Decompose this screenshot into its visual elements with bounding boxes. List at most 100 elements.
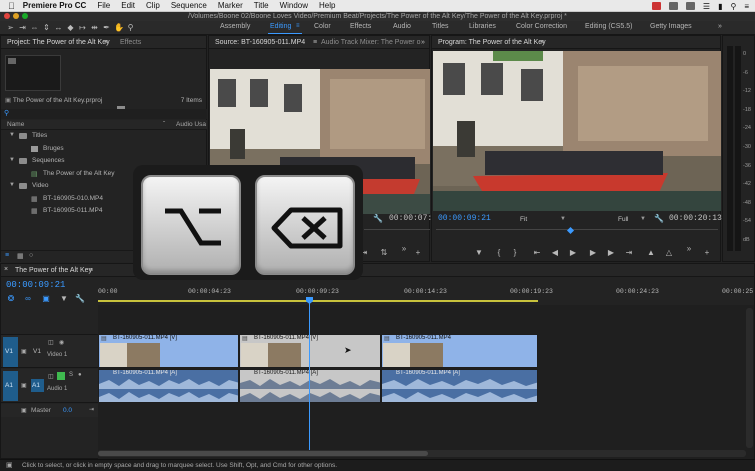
search-icon[interactable]: ⚲ [730,2,736,11]
fit-dropdown[interactable]: Fit [520,216,527,223]
lock-icon[interactable]: ▣ [21,382,27,389]
settings-icon[interactable]: 🔧 [373,214,383,224]
pen-tool-icon[interactable]: ✒ [102,23,111,32]
workspace-libraries[interactable]: Libraries [469,23,496,30]
settings-icon[interactable]: 🔧 [654,214,664,224]
timeline-settings-icon[interactable]: 🔧 [75,294,85,304]
program-timecode[interactable]: 00:00:09:21 [438,214,491,223]
selection-tool-icon[interactable]: ➢ [6,23,15,32]
disclosure-triangle-icon[interactable]: ▼ [9,182,15,188]
menu-file[interactable]: File [97,1,110,10]
tab-audio-track-mixer[interactable]: Audio Track Mixer: The Power o [321,39,420,46]
workspace-color[interactable]: Color [314,23,331,30]
audio-clip[interactable]: BT-160905-011.MP4 [A] [98,369,239,403]
microphone-icon[interactable]: ● [78,372,82,378]
work-area-bar[interactable] [98,300,538,302]
menu-marker[interactable]: Marker [218,1,243,10]
app-icon[interactable] [668,2,678,10]
list-view-icon[interactable]: ≡ [5,252,9,259]
slip-tool-icon[interactable]: ↦ [78,23,87,32]
video-clip[interactable]: ▤ BT-160905-011.MP4 [381,334,538,368]
toggle-sync-icon[interactable]: ◫ [48,339,54,346]
add-marker-icon[interactable]: ▼ [59,294,69,304]
rolling-edit-tool-icon[interactable]: ⇕ [42,23,51,32]
audio-clip[interactable]: BT-160905-011.MP4 [A] [239,369,381,403]
play-button[interactable]: ▶ [588,248,598,258]
workspace-titles[interactable]: Titles [432,23,448,30]
zoom-slider-icon[interactable]: ○ [29,252,33,259]
project-item-titles[interactable]: ▼ Titles [1,130,207,142]
menu-edit[interactable]: Edit [121,1,135,10]
rate-stretch-tool-icon[interactable]: ↔ [54,23,63,32]
eye-icon[interactable]: ◉ [59,339,64,346]
adobe-cc-icon[interactable] [651,2,661,10]
workspace-editing[interactable]: Editing [270,23,291,30]
slide-tool-icon[interactable]: ⇹ [90,23,99,32]
program-time-ruler[interactable] [436,226,718,236]
close-tab-icon[interactable]: × [4,266,8,273]
disclosure-triangle-icon[interactable]: ▼ [9,132,15,138]
sort-arrow-icon[interactable]: ˆ [163,121,165,128]
program-playhead[interactable] [566,226,575,235]
quality-dropdown-arrow-icon[interactable]: ▼ [640,216,646,222]
workspace-assembly[interactable]: Assembly [220,23,250,30]
timeline-vertical-scrollbar[interactable] [746,308,753,448]
track-select-tool-icon[interactable]: ⇥ [18,23,27,32]
v1-track-name[interactable]: V1 [33,348,41,355]
workspace-audio[interactable]: Audio [393,23,411,30]
fit-dropdown-arrow-icon[interactable]: ▼ [560,216,566,222]
workspace-getty-images[interactable]: Getty Images [650,23,692,30]
tab-sequence[interactable]: The Power of the Alt Key [15,267,92,274]
step-back-icon[interactable]: ◀ [550,248,560,258]
project-search-bar[interactable]: ⚲ [1,109,207,119]
nest-icon[interactable]: ▣ [41,294,51,304]
tab-source[interactable]: Source: BT-160905-011.MP4 [215,39,305,46]
workspace-effects[interactable]: Effects [350,23,371,30]
master-end-icon[interactable]: ⇥ [89,406,94,413]
panel-overflow-icon[interactable]: » [421,39,425,46]
apple-icon[interactable]:  [8,1,15,11]
workspace-overflow-icon[interactable]: » [718,23,722,30]
lock-icon[interactable]: ▣ [21,407,27,414]
menu-window[interactable]: Window [280,1,308,10]
toggle-sync-icon[interactable]: ◫ [48,373,54,380]
battery-icon[interactable]: ▮ [718,2,722,11]
add-button-icon[interactable]: + [413,248,423,258]
panel-menu-icon[interactable]: ≡ [104,39,108,46]
timeline-horizontal-scrollbar[interactable] [98,450,746,457]
workspace-menu-icon[interactable]: ≡ [296,23,300,29]
menu-clip[interactable]: Clip [146,1,160,10]
tab-program[interactable]: Program: The Power of the Alt Key [438,39,546,46]
menu-app-name[interactable]: Premiere Pro CC [23,1,87,10]
workspace-editing-cs55[interactable]: Editing (CS5.5) [585,23,632,30]
timeline-playhead-line[interactable] [309,300,310,450]
go-to-out-icon[interactable]: ⇥ [624,248,634,258]
audio-clip[interactable]: BT-160905-011.MP4 [A] [381,369,538,403]
mark-in-icon[interactable]: { [494,248,504,258]
video-clip[interactable]: ▤ BT-160905-011.MP4 [V] [98,334,239,368]
zoom-tool-icon[interactable]: ⚲ [126,23,135,32]
mute-button[interactable] [57,372,65,380]
menu-sequence[interactable]: Sequence [171,1,207,10]
overflow-icon[interactable]: » [684,244,694,254]
menu-list-icon[interactable]: ≡ [744,2,749,11]
icon-view-icon[interactable]: ▦ [17,252,24,260]
quality-dropdown[interactable]: Full [618,216,628,223]
project-item-bruges[interactable]: Bruges [1,143,207,155]
lock-icon[interactable]: ▣ [21,348,27,355]
video-clip[interactable]: ▤ BT-160905-011.MP4 [V] [239,334,381,368]
search-icon[interactable]: ⚲ [4,109,9,117]
dropbox-icon[interactable] [685,2,695,10]
scrollbar-thumb[interactable] [98,451,428,456]
close-window-button[interactable] [4,13,10,19]
minimize-window-button[interactable] [13,13,19,19]
column-name[interactable]: Name [7,121,24,128]
extract-icon[interactable]: △ [664,248,674,258]
mark-out-icon[interactable]: } [510,248,520,258]
workspace-color-correction[interactable]: Color Correction [516,23,567,30]
column-audio-usage[interactable]: Audio Usa [176,121,206,128]
linked-selection-icon[interactable]: ∞ [23,294,33,304]
play-stop-icon[interactable]: ▶ [568,248,578,258]
snap-icon[interactable]: ❂ [6,294,16,304]
zoom-window-button[interactable] [22,13,28,19]
